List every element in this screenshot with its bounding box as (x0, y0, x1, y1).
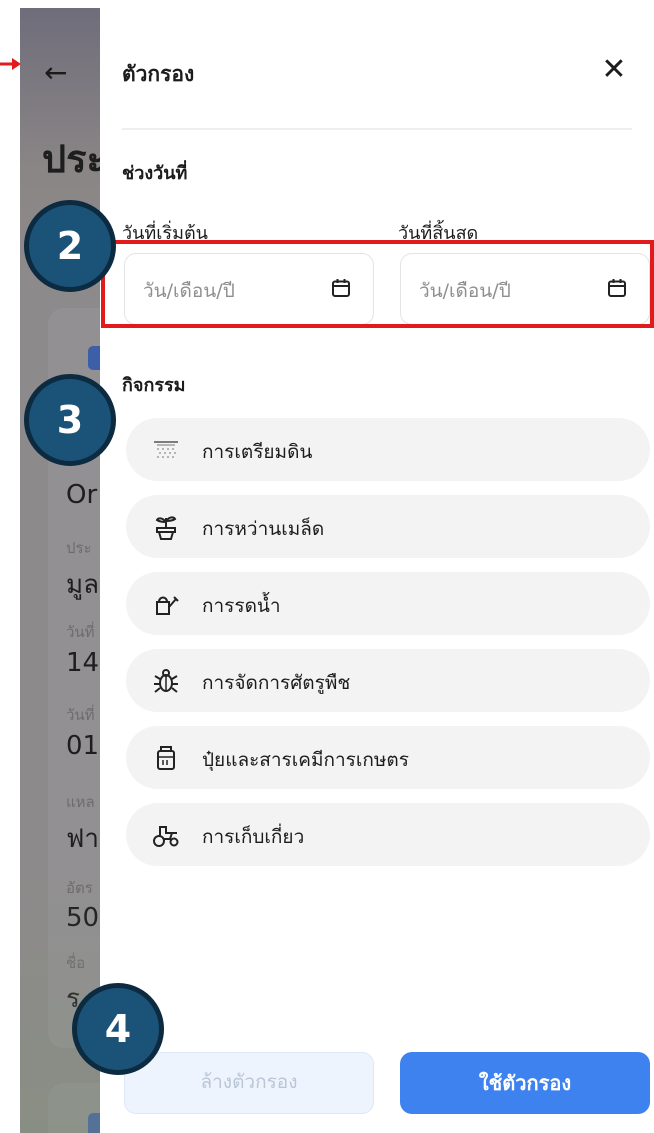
step-badge-2: 2 (24, 200, 116, 292)
activity-title: กิจกรรม (122, 375, 186, 396)
activity-label: การเตรียมดิน (202, 441, 313, 463)
divider (122, 128, 632, 130)
bug-icon (154, 669, 178, 693)
pointer-arrow-icon (0, 58, 21, 70)
soil-prep-icon (154, 441, 178, 458)
activity-chip-harvest[interactable]: การเก็บเกี่ยว (126, 803, 650, 866)
activity-label: การหว่านเมล็ด (202, 518, 325, 540)
step-badge-3: 3 (24, 374, 116, 466)
activity-chip-sowing[interactable]: การหว่านเมล็ด (126, 495, 650, 558)
activity-label: การจัดการศัตรูพืช (202, 672, 351, 694)
background-page-title: ประ (42, 137, 107, 181)
activity-label: การเก็บเกี่ยว (202, 826, 305, 848)
activity-chip-pest[interactable]: การจัดการศัตรูพืช (126, 649, 650, 712)
fertilizer-icon (157, 746, 175, 770)
clear-filter-button[interactable]: ล้างตัวกรอง (124, 1052, 374, 1114)
apply-filter-button[interactable]: ใช้ตัวกรอง (400, 1052, 650, 1114)
activity-label: การรดน้ำ (202, 595, 281, 617)
back-arrow-icon[interactable]: ← (44, 56, 67, 89)
step-badge-4: 4 (72, 983, 164, 1075)
watering-can-icon (156, 596, 179, 615)
activity-chip-soil-prep[interactable]: การเตรียมดิน (126, 418, 650, 481)
date-range-highlight (101, 240, 654, 328)
activity-chip-watering[interactable]: การรดน้ำ (126, 572, 650, 635)
seedling-icon (155, 516, 177, 540)
drawer-title: ตัวกรอง (122, 62, 195, 86)
filter-drawer: ตัวกรอง ✕ ช่วงวันที่ วันที่เริ่มต้น วันท… (100, 8, 654, 1133)
activity-label: ปุ๋ยและสารเคมีการเกษตร (202, 749, 409, 771)
close-icon[interactable]: ✕ (594, 50, 634, 90)
date-range-title: ช่วงวันที่ (122, 163, 188, 184)
screen: ← ประ Orประมูลวันที่14,วันที่01,แหลฟาอัต… (0, 0, 654, 1133)
tractor-icon (153, 826, 179, 847)
activity-chip-fertilizer[interactable]: ปุ๋ยและสารเคมีการเกษตร (126, 726, 650, 789)
